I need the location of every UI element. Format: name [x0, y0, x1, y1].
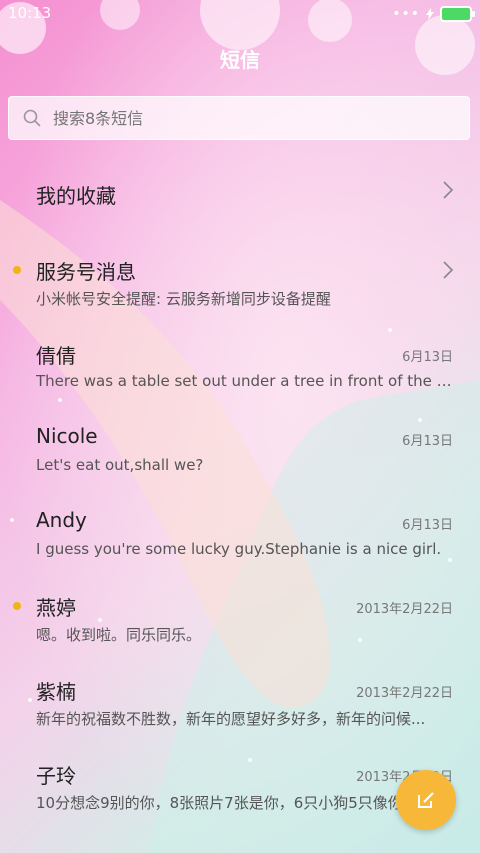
conversation-preview: Let's eat out,shall we? [36, 456, 204, 474]
conversation-name: 我的收藏 [36, 184, 116, 208]
conversation-name: Andy [36, 508, 87, 532]
page-title: 短信 [220, 48, 260, 72]
list-item[interactable]: 倩倩 6月13日 There was a table set out under… [0, 314, 480, 398]
conversation-preview: 新年的祝福数不胜数，新年的愿望好多好多，新年的问候... [36, 710, 426, 728]
compose-icon [418, 792, 434, 808]
conversation-preview: There was a table set out under a tree i… [36, 372, 456, 390]
conversation-date: 2013年2月22日 [356, 602, 453, 617]
unread-dot [13, 266, 21, 274]
search-input[interactable] [51, 107, 435, 129]
conversation-date: 6月13日 [402, 518, 453, 533]
charging-icon [426, 8, 434, 20]
conversation-list: 我的收藏 服务号消息 小米帐号安全提醒: 云服务新增同步设备提醒 倩倩 6月13… [0, 150, 480, 818]
conversation-preview: 10分想念9别的你，8张照片7张是你，6只小狗5只像你 [36, 794, 403, 812]
list-item[interactable]: 燕婷 2013年2月22日 嗯。收到啦。同乐同乐。 [0, 566, 480, 650]
status-time: 10:13 [8, 4, 52, 22]
conversation-preview: 小米帐号安全提醒: 云服务新增同步设备提醒 [36, 290, 331, 308]
list-item[interactable]: Andy 6月13日 I guess you're some lucky guy… [0, 482, 480, 566]
search-icon [23, 109, 41, 127]
conversation-name: 紫楠 [36, 680, 76, 704]
conversation-preview: 嗯。收到啦。同乐同乐。 [36, 626, 202, 644]
list-item-service-messages[interactable]: 服务号消息 小米帐号安全提醒: 云服务新增同步设备提醒 [0, 230, 480, 314]
list-item[interactable]: 紫楠 2013年2月22日 新年的祝福数不胜数，新年的愿望好多好多，新年的问候.… [0, 650, 480, 734]
list-item-favorites[interactable]: 我的收藏 [0, 150, 480, 230]
search-bar[interactable] [8, 96, 470, 140]
battery-icon [440, 6, 475, 22]
unread-dot [13, 602, 21, 610]
list-item[interactable]: Nicole 6月13日 Let's eat out,shall we? [0, 398, 480, 482]
conversation-name: 倩倩 [36, 344, 76, 368]
status-bar: 10:13 ••• [0, 0, 480, 28]
status-icons: ••• [392, 6, 475, 22]
conversation-preview: I guess you're some lucky guy.Stephanie … [36, 540, 442, 558]
compose-button[interactable] [396, 770, 456, 830]
conversation-name: 子玲 [36, 764, 76, 788]
conversation-name: Nicole [36, 424, 98, 448]
conversation-name: 燕婷 [36, 596, 76, 620]
more-dots-icon: ••• [392, 6, 420, 22]
conversation-date: 6月13日 [402, 434, 453, 449]
conversation-name: 服务号消息 [36, 260, 136, 284]
chevron-right-icon [443, 181, 454, 199]
conversation-date: 6月13日 [402, 350, 453, 365]
conversation-date: 2013年2月22日 [356, 686, 453, 701]
chevron-right-icon [443, 261, 454, 279]
